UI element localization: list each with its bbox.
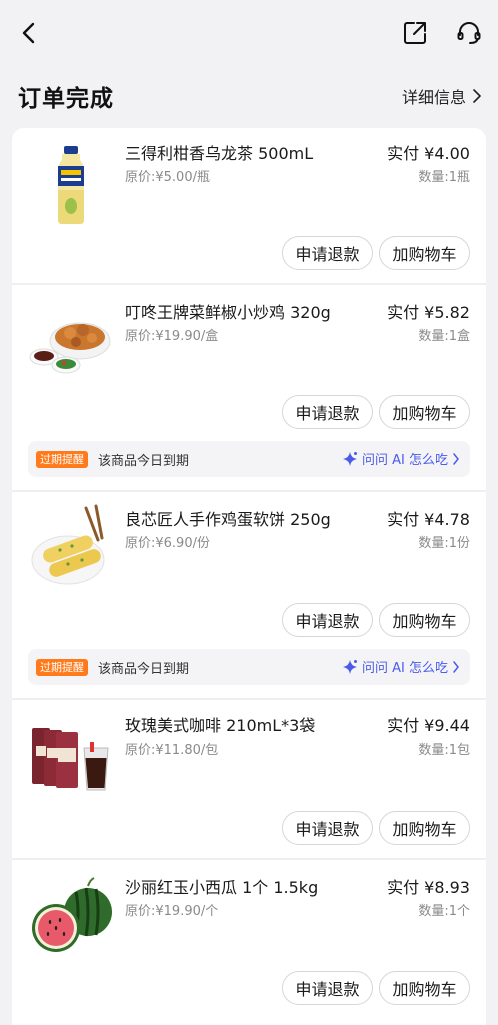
paid-amount: 实付 ¥4.00 [387,144,470,163]
expiry-tag: 过期提醒 [36,451,88,468]
original-price: 原价:¥19.90/盒 [125,329,219,344]
product-name: 叮咚王牌菜鲜椒小炒鸡 320g [125,303,331,322]
order-item-card: 玫瑰美式咖啡 210mL*3袋 原价:¥11.80/包 实付 ¥9.44 数量:… [12,700,486,858]
expiry-text: 该商品今日到期 [98,454,190,469]
add-to-cart-button[interactable]: 加购物车 [379,395,470,429]
quantity: 数量:1份 [418,536,470,551]
add-to-cart-button[interactable]: 加购物车 [379,603,470,637]
ask-ai-link[interactable]: 问问 AI 怎么吃 [342,449,460,468]
refund-button[interactable]: 申请退款 [282,603,373,637]
original-price: 原价:¥6.90/份 [125,536,210,551]
order-item-card: 沙丽红玉小西瓜 1个 1.5kg 原价:¥19.90/个 实付 ¥8.93 数量… [12,860,486,1025]
product-name: 沙丽红玉小西瓜 1个 1.5kg [125,878,319,897]
quantity: 数量:1个 [418,904,470,919]
ask-ai-label: 问问 AI 怎么吃 [362,453,448,468]
original-price: 原价:¥5.00/瓶 [125,170,210,185]
product-name: 良芯匠人手作鸡蛋软饼 250g [125,510,331,529]
order-item-card: 叮咚王牌菜鲜椒小炒鸡 320g 原价:¥19.90/盒 实付 ¥5.82 数量:… [12,285,486,490]
refund-button[interactable]: 申请退款 [282,395,373,429]
add-to-cart-button[interactable]: 加购物车 [379,971,470,1005]
product-name: 玫瑰美式咖啡 210mL*3袋 [125,716,316,735]
ask-ai-label: 问问 AI 怎么吃 [362,661,448,676]
chevron-right-icon [473,89,481,103]
watermelon-image [28,874,114,960]
product-name: 三得利柑香乌龙茶 500mL [125,144,314,163]
share-icon[interactable] [402,20,428,46]
expiry-reminder-bar: 过期提醒 该商品今日到期 问问 AI 怎么吃 [28,649,470,685]
stir-fried-chicken-image [28,297,114,383]
paid-amount: 实付 ¥5.82 [387,303,470,322]
page-title: 订单完成 [18,86,114,112]
paid-amount: 实付 ¥8.93 [387,878,470,897]
quantity: 数量:1盒 [418,329,470,344]
sparkle-icon [343,659,357,674]
add-to-cart-button[interactable]: 加购物车 [379,811,470,845]
expiry-tag: 过期提醒 [36,659,88,676]
chevron-right-icon [453,660,459,673]
coffee-bags-image [28,714,114,800]
detail-info-link[interactable]: 详细信息 [402,84,482,108]
customer-service-icon[interactable] [456,20,482,46]
original-price: 原价:¥11.80/包 [125,743,219,758]
quantity: 数量:1瓶 [418,170,470,185]
detail-info-label: 详细信息 [401,88,466,107]
sparkle-icon [343,451,357,466]
top-nav-bar [0,0,498,66]
order-item-card: 三得利柑香乌龙茶 500mL 原价:¥5.00/瓶 实付 ¥4.00 数量:1瓶… [12,128,486,283]
egg-pancake-image [28,504,114,590]
paid-amount: 实付 ¥9.44 [387,716,470,735]
chevron-right-icon [453,452,459,465]
expiry-text: 该商品今日到期 [98,662,190,677]
refund-button[interactable]: 申请退款 [282,236,373,270]
tea-bottle-image [28,142,114,228]
ask-ai-link[interactable]: 问问 AI 怎么吃 [342,657,460,676]
order-header: 订单完成 详细信息 [0,66,498,126]
back-icon[interactable] [18,20,42,46]
refund-button[interactable]: 申请退款 [282,811,373,845]
expiry-reminder-bar: 过期提醒 该商品今日到期 问问 AI 怎么吃 [28,441,470,477]
refund-button[interactable]: 申请退款 [282,971,373,1005]
original-price: 原价:¥19.90/个 [125,904,219,919]
add-to-cart-button[interactable]: 加购物车 [379,236,470,270]
quantity: 数量:1包 [418,743,470,758]
paid-amount: 实付 ¥4.78 [387,510,470,529]
order-item-card: 良芯匠人手作鸡蛋软饼 250g 原价:¥6.90/份 实付 ¥4.78 数量:1… [12,492,486,698]
